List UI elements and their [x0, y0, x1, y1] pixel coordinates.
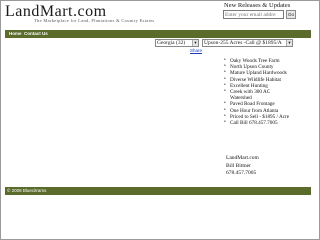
go-button[interactable]: Go [286, 10, 296, 19]
contact-block: LandMart.com Bill Bittner 678.457.7005 [226, 155, 259, 178]
feature-item: Call Bill 678.457.7005 [224, 120, 290, 126]
footer-copyright: © 2008 Bluecitrams [7, 188, 47, 193]
top-nav-bar: Home Contact Us [5, 30, 311, 38]
contact-name: Bill Bittner [226, 162, 251, 169]
nav-contact-link[interactable]: Contact Us [24, 30, 48, 38]
site-tagline: The Marketplace for Land, Plantations & … [34, 18, 155, 23]
chevron-down-icon: ▼ [192, 40, 198, 46]
property-select-value: Upson-255 Acres -Call @ $1895/A [204, 40, 282, 46]
email-field[interactable] [223, 10, 284, 19]
feature-list: Oaky Woods Tree Farm North Upson County … [224, 58, 290, 126]
feature-item: Creek with 300 AC Watershed [224, 89, 290, 101]
share-link[interactable]: Share [190, 48, 202, 53]
nav-home-link[interactable]: Home [9, 30, 22, 38]
county-select-value: Georgia (32) [157, 40, 186, 46]
chevron-down-icon: ▼ [286, 40, 292, 46]
updates-title: New Releases & Updates [224, 2, 291, 9]
property-select[interactable]: Upson-255 Acres -Call @ $1895/A ▼ [202, 39, 293, 47]
contact-phone: 678.457.7005 [226, 170, 257, 176]
contact-site: LandMart.com [226, 155, 259, 161]
county-select[interactable]: Georgia (32) ▼ [155, 39, 199, 47]
footer-bar: © 2008 Bluecitrams [5, 187, 311, 195]
